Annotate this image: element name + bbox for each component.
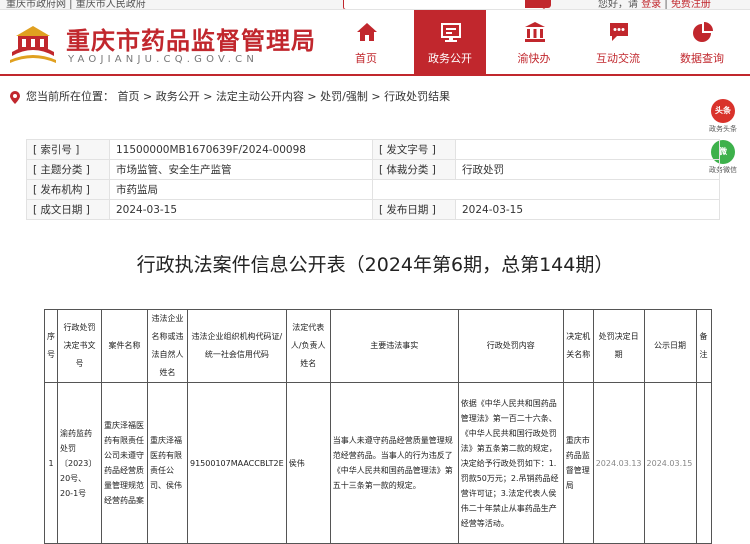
nav-interaction[interactable]: 互动交流 bbox=[582, 10, 654, 74]
cell-docno: 渝药监药处罚〔2023〕20号、20-1号 bbox=[57, 382, 102, 544]
nav-home-label: 首页 bbox=[355, 52, 377, 65]
search-button[interactable] bbox=[525, 0, 551, 8]
greeting-text: 您好，请 bbox=[598, 0, 638, 10]
top-links[interactable]: 重庆市政府网 | 重庆市人民政府 bbox=[6, 0, 146, 9]
nav-interaction-label: 互动交流 bbox=[596, 52, 640, 65]
breadcrumb-home[interactable]: 首页 bbox=[118, 90, 140, 103]
cell-decision-date: 2024.03.13 bbox=[592, 382, 645, 544]
site-header: 重庆市药品监督管理局 YAOJIANJU.CQ.GOV.CN 首页 政务公开 渝… bbox=[0, 10, 750, 74]
breadcrumb-sep: > bbox=[139, 90, 156, 103]
meta-topic-value: 市场监管、安全生产监管 bbox=[109, 159, 373, 180]
breadcrumb-penalty-results[interactable]: 行政处罚结果 bbox=[384, 90, 450, 103]
col-header: 法定代表人/负责人姓名 bbox=[285, 309, 331, 383]
cell-facts: 当事人未遵守药品经营质量管理规范经营药品。当事人的行为违反了《中华人民共和国药品… bbox=[329, 382, 459, 544]
meta-label: [ 发文字号 ] bbox=[372, 139, 456, 160]
meta-label: [ 索引号 ] bbox=[26, 139, 110, 160]
login-link[interactable]: 登录 bbox=[641, 0, 661, 9]
toutiao-icon: 头条 bbox=[711, 99, 735, 123]
meta-genre-value: 行政处罚 bbox=[455, 159, 720, 180]
pie-chart-icon bbox=[693, 22, 713, 42]
site-search-input[interactable] bbox=[343, 0, 545, 9]
cell-entity: 重庆泽福医药有限责任公司、侯伟 bbox=[147, 382, 188, 544]
share-toutiao[interactable]: 头条 政务头条 bbox=[706, 99, 740, 134]
page-title: 行政执法案件信息公开表（2024年第6期，总第144期） bbox=[136, 254, 614, 276]
meta-label: [ 成文日期 ] bbox=[26, 199, 110, 220]
cell-credit-code: 91500107MAACCBLT2E bbox=[187, 382, 287, 544]
government-building-icon bbox=[525, 22, 545, 42]
col-header: 处罚决定日期 bbox=[592, 309, 645, 383]
meta-index-value: 11500000MB1670639F/2024-00098 bbox=[109, 139, 373, 160]
col-header: 公示日期 bbox=[643, 309, 697, 383]
cell-penalty: 依据《中华人民共和国药品管理法》第一百二十六条、《中华人民共和国行政处罚法》第五… bbox=[457, 382, 564, 544]
cell-remark bbox=[695, 382, 712, 544]
agency-logo-icon[interactable] bbox=[8, 22, 58, 64]
breadcrumb: 您当前所在位置： 首页 > 政务公开 > 法定主动公开内容 > 处罚/强制 > … bbox=[10, 88, 450, 104]
site-domain: YAOJIANJU.CQ.GOV.CN bbox=[68, 54, 259, 65]
nav-data-query-label: 数据查询 bbox=[680, 52, 724, 65]
register-link[interactable]: 免费注册 bbox=[671, 0, 711, 9]
login-separator: | bbox=[664, 0, 668, 10]
site-title[interactable]: 重庆市药品监督管理局 bbox=[66, 21, 316, 56]
cell-authority: 重庆市药品监督管理局 bbox=[562, 382, 594, 544]
breadcrumb-sep: > bbox=[303, 90, 321, 103]
col-header: 违法企业名称或违法自然人姓名 bbox=[147, 309, 188, 383]
cell-case-name: 重庆泽福医药有限责任公司未遵守药品经营质量管理规范经营药品案 bbox=[101, 382, 148, 544]
meta-label: [ 体裁分类 ] bbox=[372, 159, 456, 180]
nav-data-query[interactable]: 数据查询 bbox=[666, 10, 738, 74]
login-register: 您好，请 登录 | 免费注册 bbox=[598, 0, 711, 10]
col-header: 违法企业组织机构代码证/统一社会信用代码 bbox=[187, 309, 287, 383]
breadcrumb-sep: > bbox=[367, 90, 385, 103]
col-header: 序号 bbox=[44, 309, 58, 383]
location-pin-icon bbox=[10, 90, 20, 104]
breadcrumb-sep: > bbox=[199, 90, 216, 103]
col-header: 行政处罚内容 bbox=[457, 309, 564, 383]
home-icon bbox=[357, 23, 377, 41]
nav-gov-open-label: 政务公开 bbox=[428, 52, 472, 65]
meta-pub-value: 2024-03-15 bbox=[455, 199, 720, 220]
breadcrumb-penalty[interactable]: 处罚/强制 bbox=[320, 90, 368, 103]
cell-publicity-date: 2024.03.15 bbox=[643, 382, 697, 544]
col-header: 决定机关名称 bbox=[562, 309, 594, 383]
breadcrumb-prefix: 您当前所在位置： bbox=[26, 90, 114, 103]
header-divider bbox=[0, 74, 750, 76]
col-header: 案件名称 bbox=[101, 309, 148, 383]
cell-representative: 侯伟 bbox=[285, 382, 331, 544]
meta-label: [ 发布日期 ] bbox=[372, 199, 456, 220]
case-info-table: 序号 行政处罚决定书文号 案件名称 违法企业名称或违法自然人姓名 违法企业组织机… bbox=[44, 309, 712, 544]
meta-label: [ 发布机构 ] bbox=[26, 179, 110, 200]
cell-no: 1 bbox=[44, 382, 58, 544]
nav-home[interactable]: 首页 bbox=[330, 10, 402, 74]
breadcrumb-legal-content[interactable]: 法定主动公开内容 bbox=[216, 90, 304, 103]
nav-yukuaiban[interactable]: 渝快办 bbox=[498, 10, 570, 74]
col-header: 行政处罚决定书文号 bbox=[57, 309, 102, 383]
table-row: 1 渝药监药处罚〔2023〕20号、20-1号 重庆泽福医药有限责任公司未遵守药… bbox=[44, 382, 712, 544]
nav-gov-open[interactable]: 政务公开 bbox=[414, 10, 486, 74]
meta-org-value: 市药监局 bbox=[109, 179, 373, 200]
col-header: 主要违法事实 bbox=[329, 309, 459, 383]
meta-made-value: 2024-03-15 bbox=[109, 199, 373, 220]
meta-docno-value bbox=[455, 139, 720, 160]
table-header-row: 序号 行政处罚决定书文号 案件名称 违法企业名称或违法自然人姓名 违法企业组织机… bbox=[44, 309, 712, 383]
document-metadata-table: [ 索引号 ] 11500000MB1670639F/2024-00098 [ … bbox=[26, 139, 720, 220]
chat-icon bbox=[610, 23, 628, 41]
col-header: 备注 bbox=[695, 309, 712, 383]
breadcrumb-gov-open[interactable]: 政务公开 bbox=[156, 90, 200, 103]
meta-label: [ 主题分类 ] bbox=[26, 159, 110, 180]
nav-yukuaiban-label: 渝快办 bbox=[517, 52, 551, 65]
share-toutiao-label: 政务头条 bbox=[709, 125, 737, 133]
top-utility-bar: 重庆市政府网 | 重庆市人民政府 您好，请 登录 | 免费注册 bbox=[0, 0, 750, 10]
meta-empty-cell bbox=[372, 179, 720, 200]
gov-open-icon bbox=[441, 23, 461, 42]
